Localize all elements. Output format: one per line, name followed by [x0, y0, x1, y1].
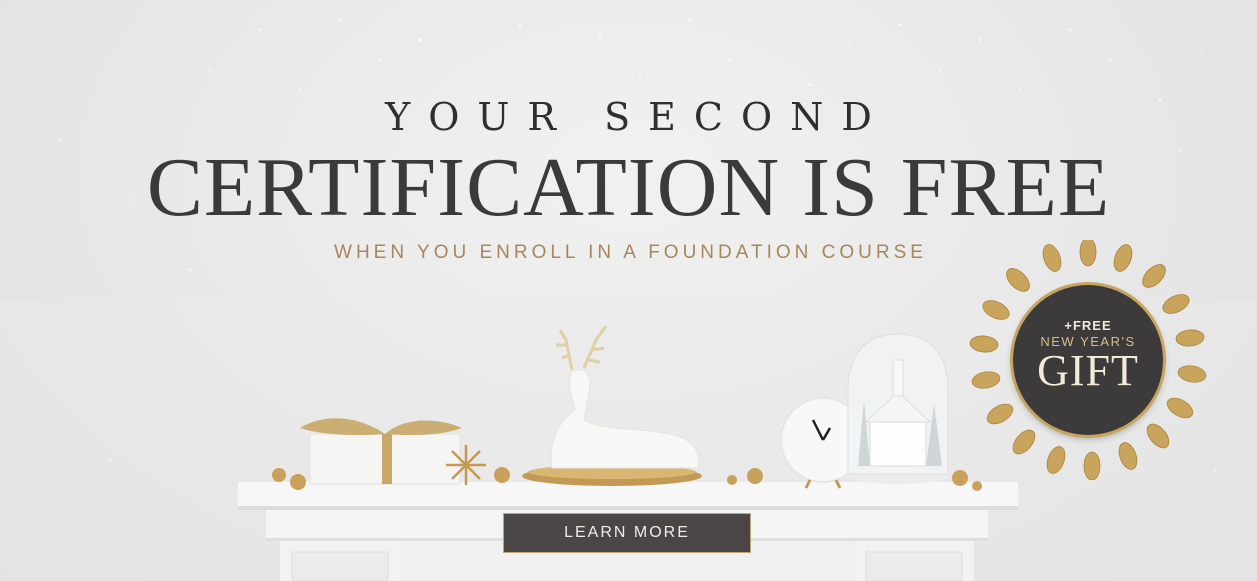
promo-banner[interactable]: YOUR SECOND CERTIFICATION IS FREE WHEN Y… [0, 0, 1257, 581]
gold-star-ornament-icon [446, 445, 486, 485]
badge-free-label: +FREE [1064, 318, 1112, 333]
badge-gift-label: GIFT [1037, 346, 1139, 395]
gift-badge[interactable]: +FREE NEW YEAR'S GIFT [968, 240, 1208, 480]
snow-globe-house-icon [846, 333, 950, 484]
gift-badge-disc: +FREE NEW YEAR'S GIFT [1013, 285, 1163, 435]
eyebrow-heading: YOUR SECOND [385, 95, 890, 139]
main-headline: CERTIFICATION IS FREE [146, 141, 1111, 234]
learn-more-button[interactable]: LEARN MORE [503, 513, 751, 553]
